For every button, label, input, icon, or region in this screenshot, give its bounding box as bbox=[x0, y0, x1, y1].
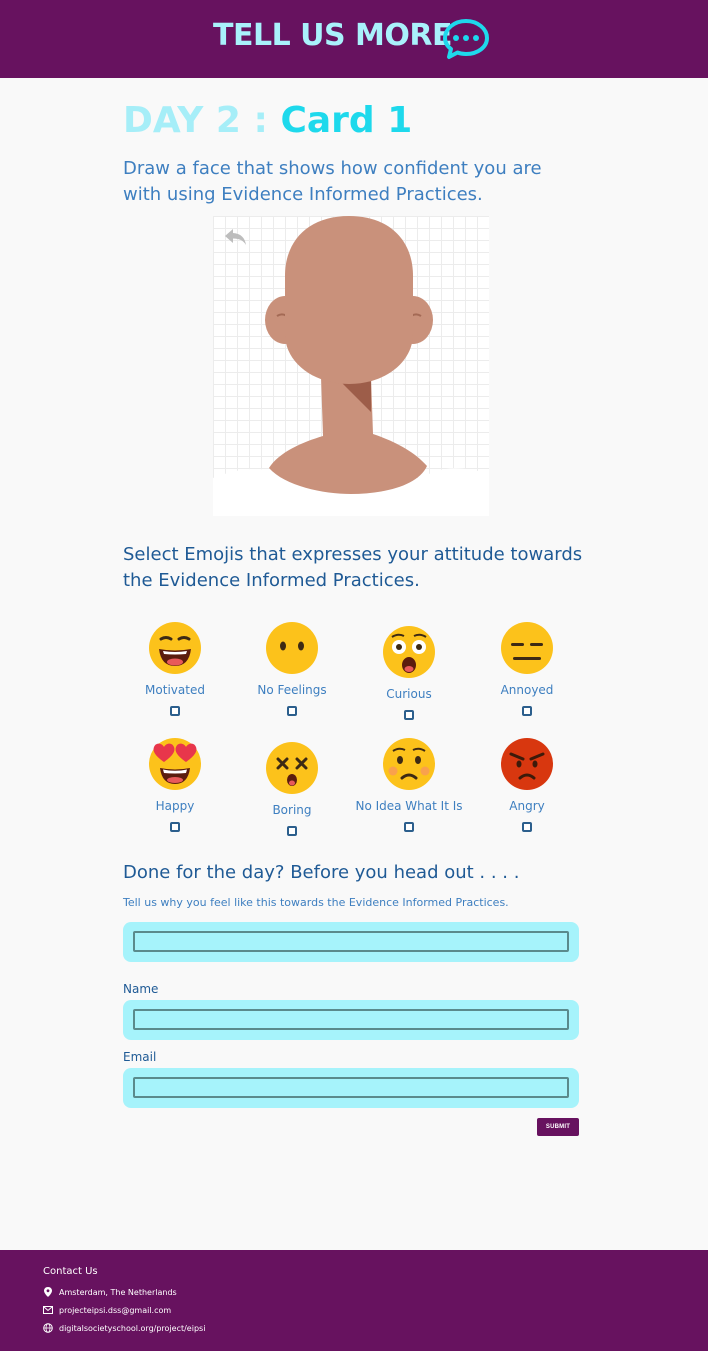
angry-face-icon bbox=[501, 738, 553, 790]
emoji-option-angry[interactable]: Angry bbox=[467, 738, 587, 832]
email-input[interactable] bbox=[133, 1077, 569, 1098]
emoji-label: No Feelings bbox=[257, 683, 327, 697]
footer-email-text[interactable]: projecteipsi.dss@gmail.com bbox=[59, 1306, 171, 1315]
why-field-wrapper bbox=[123, 922, 579, 962]
face-without-mouth-icon bbox=[266, 622, 318, 674]
emoji-checkbox[interactable] bbox=[287, 706, 297, 716]
mail-icon bbox=[43, 1306, 53, 1314]
emoji-option-motivated[interactable]: Motivated bbox=[115, 622, 235, 716]
emoji-option-happy[interactable]: Happy bbox=[115, 738, 235, 832]
emoji-option-no-idea[interactable]: No Idea What It Is bbox=[349, 738, 469, 832]
email-label: Email bbox=[123, 1050, 157, 1064]
why-label: Tell us why you feel like this towards t… bbox=[123, 896, 509, 909]
globe-icon bbox=[43, 1323, 53, 1333]
footer-address: Amsterdam, The Netherlands bbox=[43, 1287, 177, 1297]
card-title: DAY 2 : Card 1 bbox=[123, 100, 412, 141]
footer-email[interactable]: projecteipsi.dss@gmail.com bbox=[43, 1305, 171, 1315]
drawing-canvas[interactable] bbox=[213, 216, 489, 516]
expressionless-face-icon bbox=[501, 622, 553, 674]
grinning-face-icon bbox=[149, 622, 201, 674]
emoji-checkbox[interactable] bbox=[404, 710, 414, 720]
blank-face-figure bbox=[213, 216, 489, 516]
submit-button[interactable]: SUBMIT bbox=[537, 1118, 579, 1136]
header-title: TELL US MORE bbox=[213, 18, 453, 53]
emoji-checkbox[interactable] bbox=[170, 822, 180, 832]
day-label: DAY 2 : bbox=[123, 100, 268, 141]
emoji-checkbox[interactable] bbox=[522, 706, 532, 716]
page-header: TELL US MORE bbox=[0, 0, 708, 78]
name-label: Name bbox=[123, 982, 159, 996]
emoji-option-boring[interactable]: Boring bbox=[232, 742, 352, 836]
undo-icon[interactable] bbox=[223, 227, 247, 247]
emoji-prompt: Select Emojis that expresses your attitu… bbox=[123, 544, 583, 591]
emoji-checkbox[interactable] bbox=[287, 826, 297, 836]
emoji-checkbox[interactable] bbox=[170, 706, 180, 716]
name-field-wrapper bbox=[123, 1000, 579, 1040]
confused-face-icon bbox=[383, 738, 435, 790]
drawing-prompt: Draw a face that shows how confident you… bbox=[123, 158, 542, 205]
emoji-option-curious[interactable]: Curious bbox=[349, 626, 469, 720]
form-heading: Done for the day? Before you head out . … bbox=[123, 862, 520, 883]
footer-website[interactable]: digitalsocietyschool.org/project/eipsi bbox=[43, 1323, 205, 1333]
why-input[interactable] bbox=[133, 931, 569, 952]
emoji-label: No Idea What It Is bbox=[355, 799, 463, 813]
email-field-wrapper bbox=[123, 1068, 579, 1108]
emoji-checkbox[interactable] bbox=[404, 822, 414, 832]
emoji-option-no-feelings[interactable]: No Feelings bbox=[232, 622, 352, 716]
emoji-label: Motivated bbox=[145, 683, 205, 697]
name-input[interactable] bbox=[133, 1009, 569, 1030]
emoji-checkbox[interactable] bbox=[522, 822, 532, 832]
emoji-label: Boring bbox=[272, 803, 312, 817]
location-pin-icon bbox=[44, 1287, 52, 1297]
card-label: Card 1 bbox=[280, 100, 413, 141]
chat-bubble-icon bbox=[443, 19, 489, 59]
emoji-label: Annoyed bbox=[500, 683, 554, 697]
emoji-label: Curious bbox=[386, 687, 432, 701]
footer-website-text[interactable]: digitalsocietyschool.org/project/eipsi bbox=[59, 1324, 205, 1333]
heart-eyes-face-icon bbox=[149, 738, 201, 790]
astonished-face-icon bbox=[383, 626, 435, 678]
emoji-label: Happy bbox=[155, 799, 195, 813]
footer-address-text: Amsterdam, The Netherlands bbox=[59, 1287, 177, 1297]
emoji-option-annoyed[interactable]: Annoyed bbox=[467, 622, 587, 716]
dizzy-face-icon bbox=[266, 742, 318, 794]
page-footer: Contact Us Amsterdam, The Netherlands pr… bbox=[0, 1250, 708, 1351]
emoji-label: Angry bbox=[509, 799, 545, 813]
footer-title: Contact Us bbox=[43, 1266, 98, 1277]
